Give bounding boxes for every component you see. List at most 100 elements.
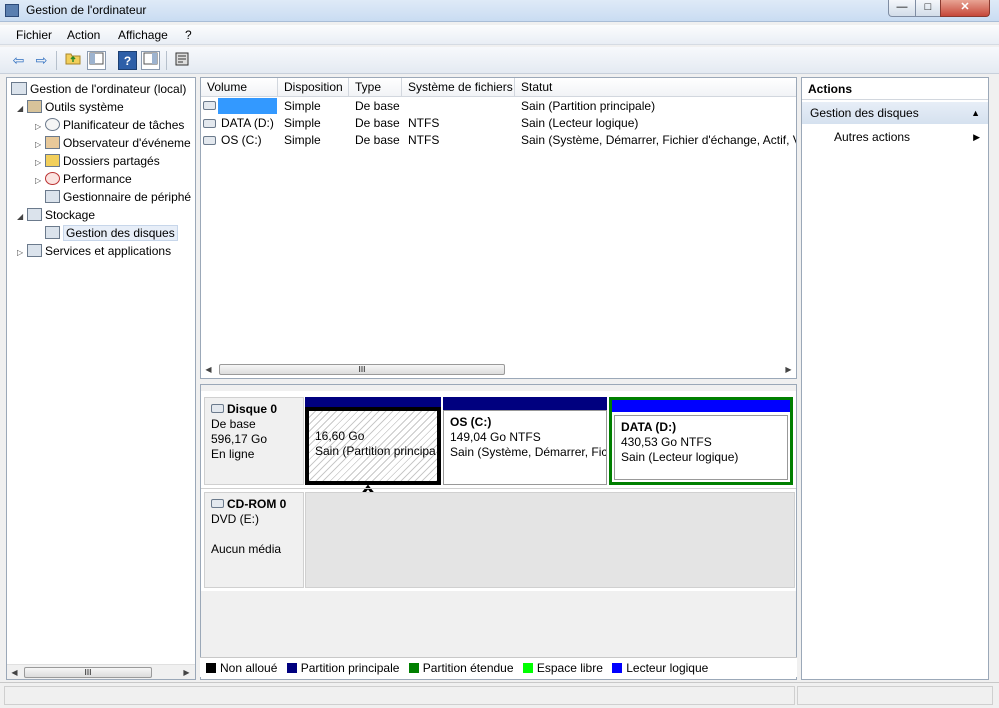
disk-size: 596,17 Go [211, 432, 268, 446]
tools-icon [27, 100, 42, 113]
scroll-left-icon[interactable]: ◀ [7, 665, 22, 679]
partition-status: Sain (Système, Démarrer, Ficl [450, 445, 607, 459]
shared-folder-icon [45, 154, 60, 167]
hard-disk-icon [211, 404, 224, 413]
status-bar [0, 682, 999, 708]
partition-status: Sain (Lecteur logique) [621, 450, 739, 464]
console-tree[interactable]: Gestion de l'ordinateur (local) ◢ Outils … [6, 77, 196, 680]
partition-label: DATA (D:) [621, 420, 677, 434]
title-bar: Gestion de l'ordinateur [0, 0, 999, 22]
menu-action[interactable]: Action [67, 28, 100, 42]
minimize-button[interactable]: — [888, 0, 916, 17]
scroll-left-icon[interactable]: ◀ [201, 362, 216, 377]
collapse-arrow-icon[interactable]: ▲ [971, 102, 980, 124]
tree-outils-systeme[interactable]: ◢ Outils système [17, 98, 124, 116]
column-header-volume[interactable]: Volume [201, 78, 278, 97]
expanded-arrow-icon[interactable]: ◢ [17, 100, 27, 118]
clock-icon [45, 118, 60, 131]
collapsed-arrow-icon[interactable]: ▷ [17, 244, 27, 262]
tree-horizontal-scrollbar[interactable]: ◀ III ▶ [7, 664, 195, 679]
volume-list[interactable]: Volume Disposition Type Système de fichi… [200, 77, 797, 379]
status-cell [797, 686, 993, 705]
disk-name: Disque 0 [227, 402, 278, 416]
drive-icon [203, 101, 216, 110]
cdrom-drive: DVD (E:) [211, 512, 259, 526]
disk-properties-icon[interactable] [172, 51, 191, 70]
legend-swatch [612, 663, 623, 673]
performance-icon [45, 172, 60, 185]
legend-label: Partition principale [300, 661, 400, 675]
status-cell [4, 686, 795, 705]
scroll-right-icon[interactable]: ▶ [781, 362, 796, 377]
cell-disposition: Simple [284, 133, 321, 147]
computer-management-icon [11, 82, 27, 95]
drive-icon [203, 119, 216, 128]
actions-section-gestion-des-disques[interactable]: Gestion des disques ▲ [802, 102, 988, 124]
column-header-statut[interactable]: Statut [515, 78, 796, 97]
table-row[interactable]: DATA (D:) Simple De base NTFS Sain (Lect… [201, 115, 796, 132]
show-hide-action-pane-icon[interactable] [141, 51, 160, 70]
toolbar-separator [166, 51, 167, 70]
cdrom-empty-area[interactable] [305, 492, 795, 588]
expanded-arrow-icon[interactable]: ◢ [17, 208, 27, 226]
window-title: Gestion de l'ordinateur [26, 3, 147, 17]
table-row[interactable]: OS (C:) Simple De base NTFS Sain (Systèm… [201, 132, 796, 149]
column-header-disposition[interactable]: Disposition [278, 78, 349, 97]
partition-os-c[interactable]: OS (C:) 149,04 Go NTFS Sain (Système, Dé… [443, 397, 607, 485]
tree-gestion-des-disques[interactable]: Gestion des disques [35, 224, 178, 242]
legend-swatch [408, 663, 419, 673]
cdrom-0-header[interactable]: CD-ROM 0 DVD (E:) Aucun média [204, 492, 304, 588]
autres-actions-item[interactable]: Autres actions ▶ [802, 127, 988, 147]
column-header-type[interactable]: Type [349, 78, 402, 97]
partition-unnamed[interactable]: 16,60 Go Sain (Partition principa [305, 397, 441, 485]
partition-label [315, 415, 431, 429]
actions-title: Actions [802, 78, 988, 100]
show-hide-console-tree-icon[interactable] [87, 51, 106, 70]
forward-arrow-icon[interactable]: ⇨ [32, 51, 51, 70]
column-header-filesystem[interactable]: Système de fichiers [402, 78, 515, 97]
up-folder-icon[interactable] [63, 51, 82, 70]
menu-fichier[interactable]: Fichier [16, 28, 52, 42]
partition-size: 149,04 Go NTFS [450, 430, 541, 444]
table-row[interactable]: Simple De base Sain (Partition principal… [201, 98, 796, 115]
help-icon[interactable]: ? [118, 51, 137, 70]
cell-type: De base [355, 133, 400, 147]
close-button[interactable]: ✕ [940, 0, 990, 17]
cdrom-state: Aucun média [211, 542, 282, 556]
legend-swatch [286, 663, 297, 673]
partition-label: OS (C:) [450, 415, 492, 429]
event-viewer-icon [45, 136, 60, 149]
tree-stockage[interactable]: ◢ Stockage [17, 206, 95, 224]
partition-status: Sain (Partition principa [315, 444, 436, 458]
autres-actions-label: Autres actions [834, 130, 911, 144]
tree-services[interactable]: ▷ Services et applications [17, 242, 171, 260]
partition-data-d[interactable]: DATA (D:) 430,53 Go NTFS Sain (Lecteur l… [609, 397, 793, 485]
disk-map: Disque 0 De base 596,17 Go En ligne 16,6… [200, 384, 797, 680]
tree-performance[interactable]: ▷ Performance [35, 170, 132, 188]
cell-volume: OS (C:) [221, 133, 262, 147]
submenu-arrow-icon: ▶ [973, 132, 980, 142]
tree-observateur[interactable]: ▷ Observateur d'événeme [35, 134, 191, 152]
services-icon [27, 244, 42, 257]
menu-help[interactable]: ? [185, 28, 192, 42]
cell-statut: Sain (Lecteur logique) [521, 116, 639, 130]
menu-affichage[interactable]: Affichage [118, 28, 168, 42]
actions-section-label: Gestion des disques [810, 106, 919, 120]
scroll-right-icon[interactable]: ▶ [179, 665, 194, 679]
toolbar: ⇦ ⇨ ? [0, 47, 999, 74]
back-arrow-icon[interactable]: ⇦ [9, 51, 28, 70]
maximize-button[interactable]: □ [915, 0, 941, 17]
cell-type: De base [355, 116, 400, 130]
tree-root[interactable]: Gestion de l'ordinateur (local) [11, 80, 186, 98]
partition-size: 16,60 Go [315, 429, 365, 443]
scrollbar-thumb[interactable]: III [219, 364, 505, 375]
tree-planificateur[interactable]: ▷ Planificateur de tâches [35, 116, 184, 134]
volume-list-horizontal-scrollbar[interactable]: ◀ III ▶ [201, 362, 796, 377]
scrollbar-thumb[interactable]: III [24, 667, 152, 678]
partition-bar [443, 397, 607, 410]
volume-name-selected[interactable] [218, 98, 277, 114]
tree-gestionnaire[interactable]: Gestionnaire de périphé [35, 188, 191, 206]
disk-0-header[interactable]: Disque 0 De base 596,17 Go En ligne [204, 397, 304, 485]
tree-dossiers-partages[interactable]: ▷ Dossiers partagés [35, 152, 160, 170]
cell-fs: NTFS [408, 116, 440, 130]
